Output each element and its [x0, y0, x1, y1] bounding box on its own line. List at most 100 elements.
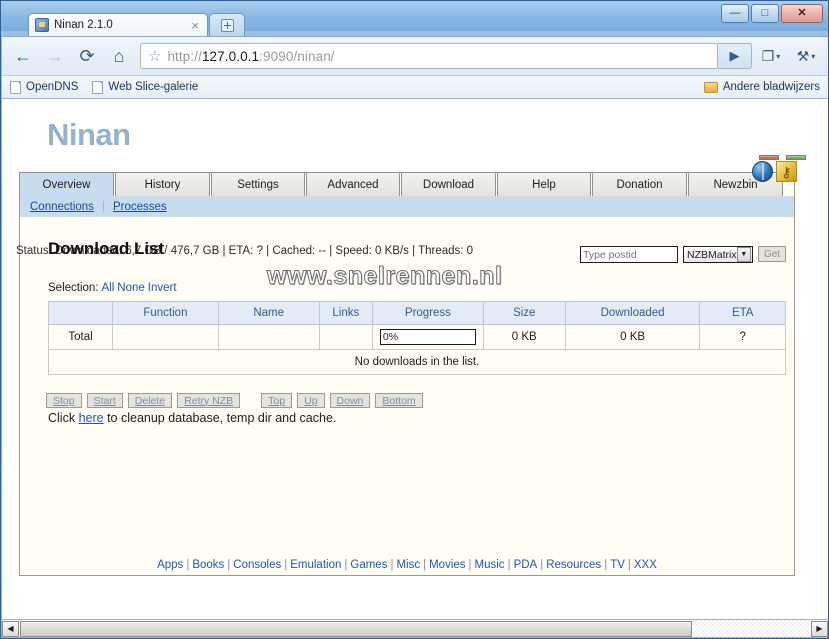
footer-separator: | — [344, 559, 348, 571]
scrollbar-thumb[interactable] — [20, 620, 692, 637]
reload-icon[interactable]: ⟳ — [72, 42, 102, 70]
download-list-heading: Download List — [48, 239, 165, 258]
th-select[interactable] — [47, 301, 114, 325]
tab-label: Advanced — [327, 178, 379, 191]
footer-link-pda[interactable]: PDA — [514, 559, 538, 571]
maximize-button[interactable]: □ — [751, 4, 779, 23]
footer-link-games[interactable]: Games — [350, 559, 387, 571]
tab-donation[interactable]: Donation — [592, 172, 687, 196]
th-downloaded[interactable]: Downloaded — [564, 301, 701, 325]
site-select[interactable]: NZBMatrix ▼ — [683, 246, 753, 263]
scroll-right-icon[interactable]: ▶ — [811, 620, 828, 637]
th-size[interactable]: Size — [482, 301, 566, 325]
app-tabs: Overview History Settings Advanced Download H… — [19, 172, 795, 196]
address-bar[interactable]: ☆ http://127.0.0.1:9090/ninan/ — [140, 43, 718, 69]
cell-size: 0 KB — [482, 324, 566, 350]
tab-label: Download — [422, 178, 475, 191]
close-button[interactable]: ✕ — [781, 4, 823, 23]
scroll-left-icon[interactable]: ◀ — [2, 620, 19, 637]
progress-bar: 0% — [379, 329, 476, 345]
tab-label: Newzbin — [713, 178, 758, 191]
down-button[interactable]: Down — [329, 393, 371, 408]
tab-settings[interactable]: Settings — [211, 172, 305, 196]
retry-nzb-button[interactable]: Retry NZB — [177, 393, 241, 408]
go-button[interactable]: ▶ — [718, 43, 752, 69]
footer-separator: | — [627, 559, 631, 571]
postid-input[interactable] — [580, 246, 678, 263]
browser-toolbar: ← → ⟳ ⌂ ☆ http://127.0.0.1:9090/ninan/ ▶… — [2, 36, 828, 75]
page-menu-icon[interactable]: ❐ ▾ — [755, 42, 787, 70]
chevron-down-icon-3[interactable]: ▼ — [736, 247, 751, 262]
bookmark-opendns[interactable]: OpenDNS — [10, 80, 79, 94]
ninan-page: Ninan Overview History Settings Advanced Dow… — [2, 99, 812, 620]
footer-link-resources[interactable]: Resources — [546, 559, 601, 571]
subnav-item-processes[interactable]: Processes — [113, 201, 167, 213]
url-path: :9090/ninan/ — [259, 48, 335, 64]
page-title: Ninan — [47, 117, 131, 152]
bottom-button[interactable]: Bottom — [375, 393, 423, 408]
selection-invert[interactable]: Invert — [148, 282, 177, 294]
red-indicator-bar — [759, 155, 779, 160]
bookmark-label: OpenDNS — [26, 81, 79, 93]
th-links[interactable]: Links — [318, 301, 374, 325]
minimize-button[interactable]: — — [721, 4, 749, 23]
cleanup-prefix: Click — [48, 411, 79, 425]
tab-label: Settings — [237, 178, 279, 191]
green-indicator-bar — [786, 155, 806, 160]
footer-link-emulation[interactable]: Emulation — [290, 559, 341, 571]
cell-links — [318, 324, 374, 350]
tab-history[interactable]: History — [115, 172, 210, 196]
bookmark-star-icon[interactable]: ☆ — [141, 47, 167, 65]
footer-link-xxx[interactable]: XXX — [634, 559, 657, 571]
wrench-menu-icon[interactable]: ⚒ ▾ — [790, 42, 822, 70]
get-button[interactable]: Get — [758, 246, 786, 262]
th-name[interactable]: Name — [217, 301, 320, 325]
start-button[interactable]: Start — [86, 393, 123, 408]
cell-function — [112, 324, 219, 350]
footer-link-music[interactable]: Music — [475, 559, 505, 571]
cleanup-link[interactable]: here — [79, 411, 104, 425]
footer-link-misc[interactable]: Misc — [396, 559, 420, 571]
globe-icon[interactable] — [752, 161, 773, 182]
horizontal-scrollbar[interactable]: ◀ ▶ — [2, 619, 828, 637]
tab-download[interactable]: Download — [401, 172, 496, 196]
ninan-favicon-icon — [35, 18, 49, 32]
footer-link-consoles[interactable]: Consoles — [233, 559, 281, 571]
selection-all[interactable]: All — [102, 282, 115, 294]
footer-link-tv[interactable]: TV — [610, 559, 625, 571]
new-tab-button[interactable] — [209, 13, 245, 36]
stop-button[interactable]: Stop — [46, 393, 82, 408]
th-eta[interactable]: ETA — [699, 301, 786, 325]
footer-link-movies[interactable]: Movies — [429, 559, 465, 571]
key-icon[interactable]: ⚷ — [776, 161, 797, 182]
forward-icon[interactable]: → — [40, 42, 70, 70]
tab-close-icon[interactable]: × — [189, 19, 201, 32]
cell-progress: 0% — [372, 324, 484, 350]
status-indicator-bars — [759, 155, 806, 160]
tab-label: Overview — [42, 178, 91, 191]
delete-button[interactable]: Delete — [127, 393, 173, 408]
url-host: 127.0.0.1 — [201, 48, 260, 64]
top-button[interactable]: Top — [261, 393, 293, 408]
tab-label: Help — [532, 178, 556, 191]
address-input[interactable]: http://127.0.0.1:9090/ninan/ — [167, 49, 717, 64]
subnav-divider: | — [101, 200, 105, 213]
home-icon[interactable]: ⌂ — [104, 42, 134, 70]
subnav-item-connections[interactable]: Connections — [30, 201, 94, 213]
browser-tab-ninan[interactable]: Ninan 2.1.0 × — [28, 13, 208, 36]
bookmark-web-slice-galerie[interactable]: Web Slice-galerie — [92, 80, 198, 94]
cell-name — [217, 324, 320, 350]
up-button[interactable]: Up — [297, 393, 325, 408]
back-icon[interactable]: ← — [8, 42, 38, 70]
th-progress[interactable]: Progress — [372, 301, 484, 325]
footer-link-apps[interactable]: Apps — [157, 559, 183, 571]
bookmark-other-bookmarks[interactable]: Andere bladwijzers — [703, 81, 820, 93]
table-row-total: Total 0% 0 KB 0 KB ? — [47, 324, 786, 350]
tab-advanced[interactable]: Advanced — [306, 172, 400, 196]
tab-help[interactable]: Help — [497, 172, 591, 196]
tab-overview[interactable]: Overview — [19, 172, 114, 196]
footer-link-books[interactable]: Books — [192, 559, 224, 571]
th-function[interactable]: Function — [112, 301, 219, 325]
download-table: Function Name Links Progress Size Downlo… — [47, 301, 786, 375]
selection-none[interactable]: None — [117, 282, 145, 294]
